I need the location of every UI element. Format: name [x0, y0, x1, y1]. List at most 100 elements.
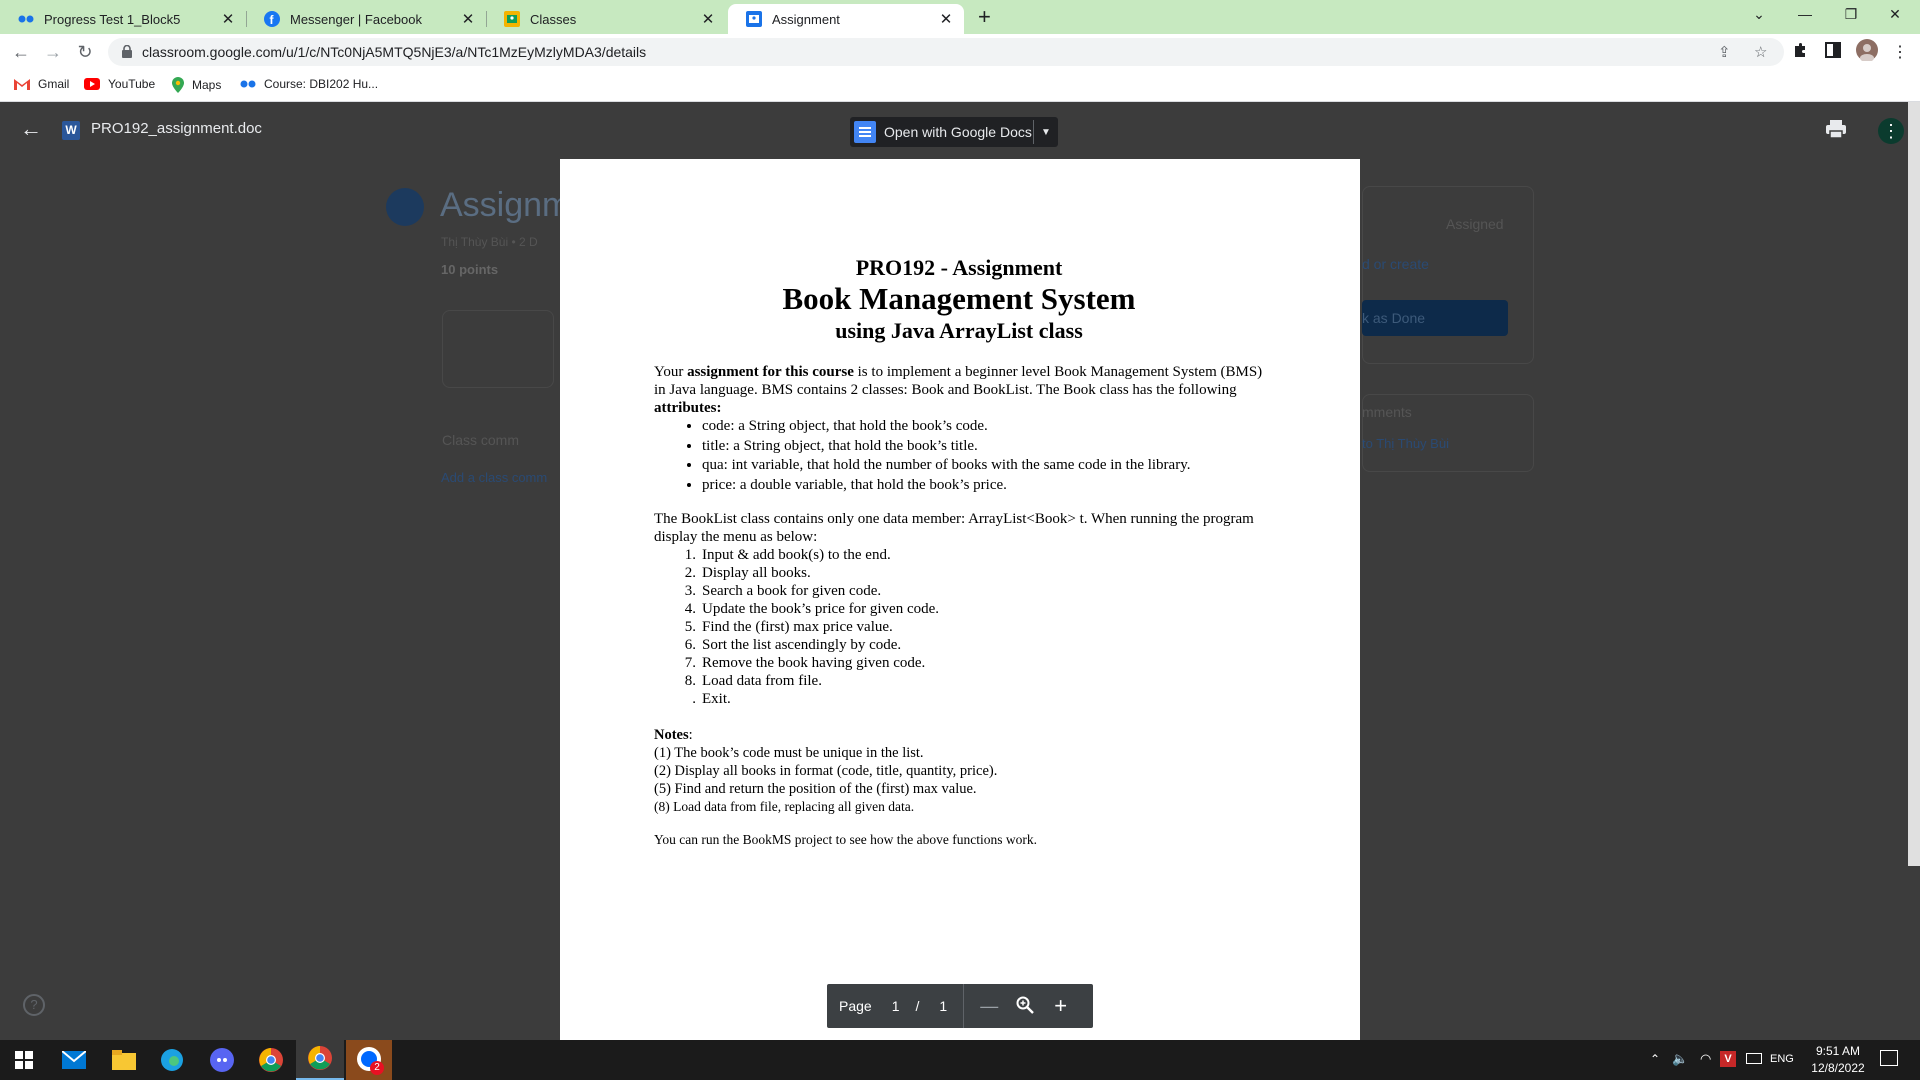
classroom-icon	[746, 11, 762, 27]
private-comments-label: mments	[1362, 404, 1412, 420]
wifi-icon[interactable]: ◠	[1700, 1051, 1711, 1067]
restore-icon[interactable]: ❐	[1836, 6, 1866, 23]
zalo-button[interactable]: 2	[346, 1040, 392, 1080]
file-explorer-icon[interactable]	[110, 1046, 138, 1074]
date: 12/8/2022	[1811, 1061, 1865, 1075]
extensions-icon[interactable]	[1792, 42, 1808, 63]
print-icon[interactable]	[1826, 120, 1846, 143]
battery-icon[interactable]	[1746, 1053, 1762, 1064]
clock[interactable]: 9:51 AM 12/8/2022	[1808, 1043, 1868, 1077]
doc-subtitle: using Java ArrayList class	[835, 318, 1083, 343]
bookmark-maps[interactable]: Maps	[172, 77, 221, 93]
total-pages: 1	[939, 998, 948, 1014]
share-icon[interactable]: ⇪	[1718, 43, 1731, 61]
note-item: (2) Display all books in format (code, t…	[654, 763, 998, 779]
zoom-in-icon[interactable]: +	[1054, 993, 1067, 1019]
bookmark-course[interactable]: Course: DBI202 Hu...	[240, 77, 378, 91]
lock-icon[interactable]	[122, 44, 132, 63]
assignment-icon	[386, 188, 424, 226]
word-file-icon: W	[62, 121, 80, 140]
doc-title: Book Management System	[782, 281, 1136, 316]
tab-strip: Progress Test 1_Block5 ✕ f Messenger | F…	[0, 0, 1920, 34]
minimize-icon[interactable]: —	[1790, 6, 1820, 22]
avatar[interactable]	[1856, 39, 1878, 66]
bookmark-gmail[interactable]: Gmail	[14, 77, 69, 91]
zoom-icon[interactable]	[1016, 996, 1035, 1017]
facebook-icon: f	[264, 11, 280, 27]
windows-start-icon[interactable]	[10, 1046, 38, 1074]
close-window-icon[interactable]: ✕	[1880, 6, 1910, 23]
page-label: Page	[839, 998, 872, 1014]
side-panel-icon[interactable]	[1825, 42, 1841, 63]
close-tab-icon[interactable]: ✕	[698, 10, 718, 28]
bookmark-star-icon[interactable]: ☆	[1754, 43, 1767, 61]
your-work-card	[1362, 186, 1534, 364]
bookmark-youtube[interactable]: YouTube	[84, 77, 155, 91]
attachment-thumbnail	[442, 310, 554, 388]
tab-title: Classes	[530, 11, 577, 27]
more-options-icon[interactable]: ⋮	[1878, 118, 1904, 144]
google-docs-icon	[854, 121, 876, 143]
reload-icon[interactable]: ↻	[74, 41, 96, 63]
vietkey-icon[interactable]: V	[1720, 1051, 1736, 1067]
zoom-out-icon[interactable]: —	[980, 996, 998, 1017]
back-icon[interactable]: ←	[10, 41, 32, 63]
tab-progress-test[interactable]: Progress Test 1_Block5 ✕	[0, 4, 246, 34]
menu-item: 5. Find the (first) max price value.	[684, 619, 893, 635]
volume-muted-icon[interactable]: 🔈	[1672, 1051, 1688, 1067]
mail-icon[interactable]	[60, 1046, 88, 1074]
language-indicator[interactable]: ENG	[1770, 1053, 1794, 1065]
time: 9:51 AM	[1815, 1044, 1861, 1058]
windows-taskbar: 2 ⌃ 🔈 ◠ V ENG 9:51 AM 12/8/2022	[0, 1040, 1920, 1080]
attributes-list: code: a String object, that hold the boo…	[654, 417, 1264, 495]
assignment-author: Thị Thùy Bùi • 2 D	[441, 235, 538, 249]
close-tab-icon[interactable]: ✕	[218, 10, 238, 28]
tab-search-icon[interactable]: ⌄	[1744, 6, 1774, 23]
mark-as-done-button: k as Done	[1362, 300, 1508, 336]
mark-done-label: k as Done	[1362, 310, 1426, 326]
class-comments-label: Class comm	[442, 432, 520, 448]
notifications-icon[interactable]	[1880, 1050, 1898, 1066]
tab-messenger[interactable]: f Messenger | Facebook ✕	[246, 4, 486, 34]
chrome-icon[interactable]	[257, 1046, 285, 1074]
bookmark-label: Course: DBI202 Hu...	[264, 77, 379, 91]
discord-icon[interactable]	[208, 1046, 236, 1074]
bookmark-label: Gmail	[38, 77, 70, 91]
current-page-input[interactable]: 1	[892, 998, 900, 1014]
chrome-active-button[interactable]	[296, 1040, 344, 1080]
menu-item: 7. Remove the book having given code.	[684, 655, 926, 671]
tab-classes[interactable]: Classes ✕	[486, 4, 726, 34]
page-controls: Page 1 / 1 — +	[827, 984, 1093, 1028]
divider	[963, 984, 965, 1028]
menu-item: 6. Sort the list ascendingly by code.	[684, 637, 902, 653]
gmail-icon	[14, 78, 30, 90]
tab-assignment[interactable]: Assignment ✕	[728, 4, 964, 34]
close-tab-icon[interactable]: ✕	[458, 10, 478, 28]
close-viewer-icon[interactable]: ←	[20, 116, 42, 142]
doc-course-heading: PRO192 - Assignment	[855, 255, 1063, 280]
address-bar[interactable]: classroom.google.com/u/1/c/NTc0NjA5MTQ5N…	[108, 38, 1784, 66]
tray-chevron-icon[interactable]: ⌃	[1650, 1052, 1660, 1066]
new-tab-button[interactable]: +	[978, 6, 991, 28]
open-with-google-docs-button[interactable]: Open with Google Docs ▼	[850, 117, 1058, 147]
note-item: (8) Load data from file, replacing all g…	[654, 799, 915, 814]
page-scrollbar[interactable]	[1908, 102, 1920, 866]
tab-title: Messenger | Facebook	[290, 11, 422, 27]
menu-list: 1. Input & add book(s) to the end. 2. Disp…	[654, 546, 1264, 708]
note-item: (5) Find and return the position of the …	[654, 781, 977, 797]
close-tab-icon[interactable]: ✕	[936, 10, 956, 28]
coursera-dots-icon	[18, 11, 34, 27]
browser-menu-icon[interactable]: ⋮	[1892, 42, 1908, 62]
help-icon[interactable]: ?	[23, 994, 45, 1016]
document-content: PRO192 - Assignment Book Management Syst…	[654, 255, 1264, 849]
edge-icon[interactable]	[158, 1046, 186, 1074]
page-separator: /	[915, 998, 920, 1014]
bookmark-label: Maps	[192, 78, 222, 92]
attribute-item: title: a String object, that hold the bo…	[702, 437, 1264, 457]
coursera-dots-icon	[240, 80, 256, 88]
forward-icon[interactable]: →	[42, 41, 64, 63]
url-text[interactable]: classroom.google.com/u/1/c/NTc0NjA5MTQ5N…	[142, 44, 646, 60]
status-label: Assigned	[1446, 216, 1504, 232]
tab-title: Assignment	[772, 11, 840, 27]
chevron-down-icon[interactable]: ▼	[1034, 127, 1058, 138]
